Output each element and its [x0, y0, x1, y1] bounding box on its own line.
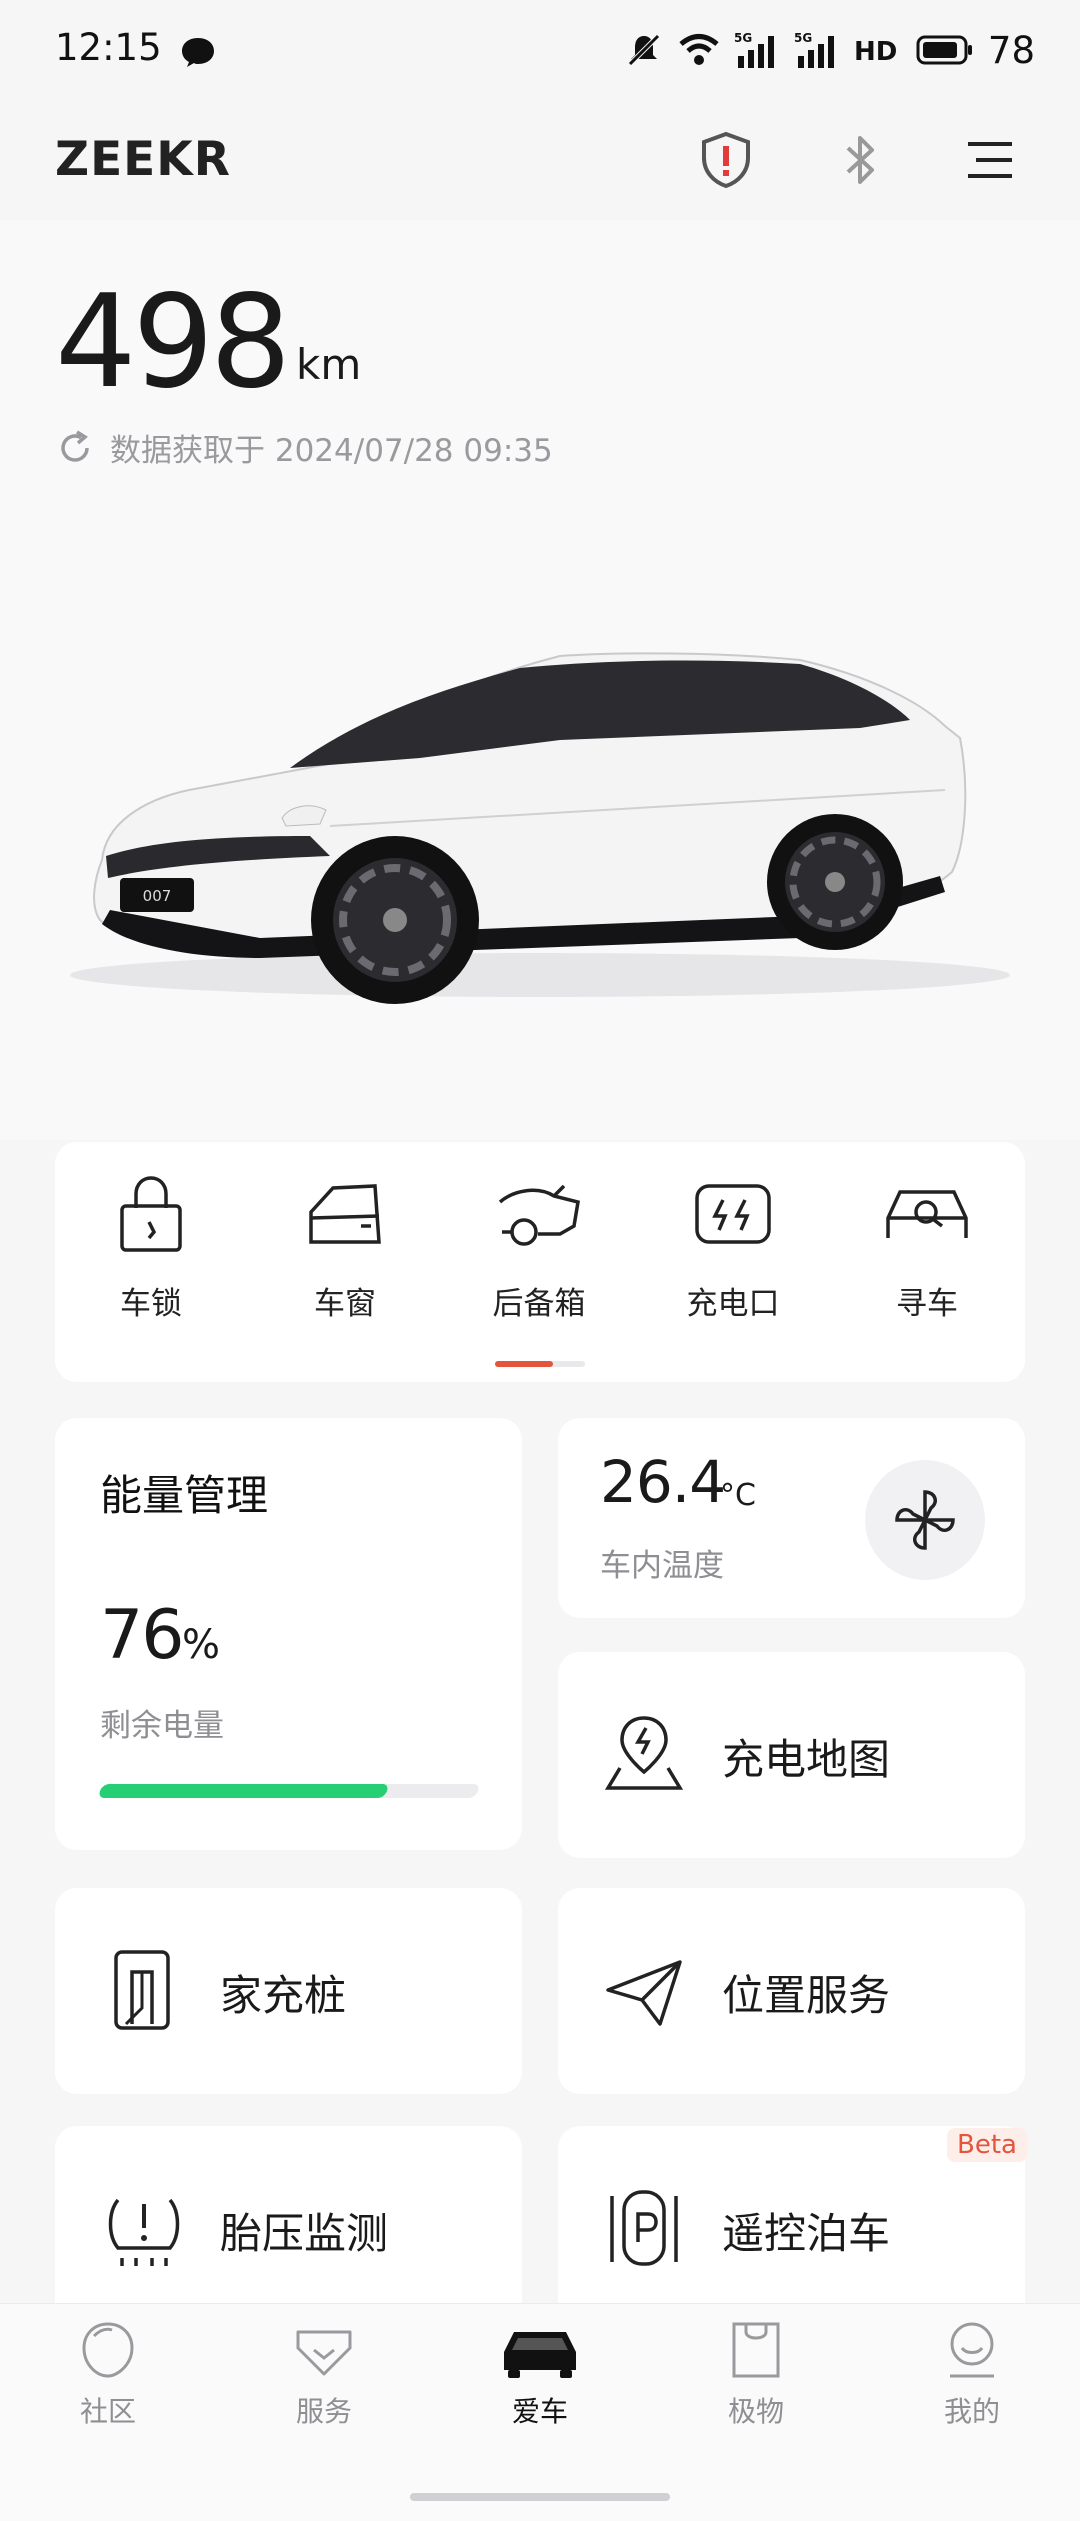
- nav-label: 极物: [727, 2395, 784, 2428]
- wifi-icon: [679, 34, 719, 65]
- signal-5g-icon-2: 5G: [794, 31, 834, 68]
- range-unit: km: [296, 340, 362, 389]
- nav-tab-shop[interactable]: 极物: [686, 2318, 826, 2430]
- car-icon: [504, 2332, 576, 2378]
- quick-action-lock[interactable]: 车锁: [76, 1172, 226, 1342]
- battery-unit: %: [182, 1622, 221, 1668]
- refresh-icon[interactable]: [55, 428, 95, 468]
- service-icon: [296, 2330, 352, 2376]
- svg-text:5G: 5G: [794, 31, 812, 45]
- battery-label: 剩余电量: [100, 1708, 224, 1744]
- quick-action-label: 寻车: [896, 1286, 958, 1322]
- quick-action-charge-port[interactable]: 充电口: [658, 1172, 808, 1342]
- brand-logo: ZEEKR: [55, 132, 231, 187]
- location-service-label: 位置服务: [722, 1971, 891, 2020]
- nav-label: 社区: [79, 2395, 136, 2428]
- remote-parking-icon: [602, 2186, 686, 2270]
- battery-bar-fill: [97, 1784, 390, 1798]
- climate-fan-button[interactable]: [865, 1460, 985, 1580]
- quick-action-label: 车锁: [120, 1286, 182, 1322]
- quick-action-find-car[interactable]: 寻车: [852, 1172, 1002, 1342]
- charge-port-icon: [695, 1184, 771, 1244]
- find-car-icon: [886, 1190, 968, 1238]
- battery-percentage: 76: [100, 1596, 185, 1675]
- cabin-temperature-unit: °C: [720, 1478, 756, 1513]
- bluetooth-icon[interactable]: [828, 128, 892, 192]
- vehicle-image: 007: [40, 620, 1040, 1020]
- page-indicator-active: [495, 1361, 553, 1367]
- nav-tab-service[interactable]: 服务: [254, 2318, 394, 2430]
- beta-badge: Beta: [947, 2128, 1027, 2162]
- svg-text:5G: 5G: [734, 31, 752, 45]
- hd-icon: HD: [854, 37, 897, 67]
- nav-label: 我的: [943, 2395, 1000, 2428]
- tire-pressure-icon: [102, 2186, 186, 2270]
- signal-5g-icon: 5G: [734, 31, 774, 68]
- quick-action-window[interactable]: 车窗: [270, 1172, 420, 1342]
- home-indicator: [410, 2493, 670, 2501]
- window-icon: [309, 1184, 381, 1244]
- quick-action-label: 充电口: [686, 1286, 780, 1322]
- nav-tab-profile[interactable]: 我的: [902, 2318, 1042, 2430]
- status-time: 12:15: [55, 26, 162, 69]
- status-icons: 5G 5G HD 78: [624, 26, 1035, 74]
- quick-action-trunk[interactable]: 后备箱: [464, 1172, 614, 1342]
- quick-action-label: 车窗: [314, 1286, 376, 1322]
- shop-bag-icon: [732, 2322, 780, 2378]
- svg-text:HD: HD: [854, 37, 897, 67]
- range-value: 498: [55, 268, 291, 417]
- cabin-temperature-value: 26.4: [600, 1448, 726, 1516]
- nav-label: 爱车: [511, 2395, 568, 2428]
- profile-icon: [950, 2322, 994, 2378]
- quick-action-label: 后备箱: [492, 1286, 586, 1322]
- energy-title: 能量管理: [100, 1471, 269, 1520]
- charge-map-label: 充电地图: [722, 1735, 891, 1784]
- remote-parking-label: 遥控泊车: [722, 2209, 891, 2258]
- security-alert-icon[interactable]: [694, 128, 758, 192]
- mute-icon: [628, 34, 660, 66]
- menu-icon[interactable]: [958, 128, 1022, 192]
- charge-map-icon: [602, 1712, 686, 1796]
- fan-icon: [895, 1490, 955, 1550]
- send-location-icon: [602, 1948, 686, 2032]
- home-charger-icon: [102, 1948, 186, 2032]
- battery-icon: [916, 35, 972, 65]
- cabin-temperature-label: 车内温度: [600, 1548, 724, 1584]
- nav-label: 服务: [295, 2395, 352, 2428]
- license-plate: 007: [143, 887, 172, 905]
- message-notification-icon: [180, 36, 216, 68]
- community-icon: [82, 2322, 134, 2378]
- home-charger-label: 家充桩: [220, 1971, 347, 2020]
- trunk-icon: [498, 1184, 580, 1246]
- data-update-time: 数据获取于 2024/07/28 09:35: [110, 433, 553, 469]
- lock-icon: [120, 1176, 182, 1252]
- nav-tab-my-car[interactable]: 爱车: [470, 2318, 610, 2430]
- tire-pressure-label: 胎压监测: [220, 2209, 389, 2258]
- battery-level: 78: [987, 28, 1035, 72]
- nav-tab-community[interactable]: 社区: [38, 2318, 178, 2430]
